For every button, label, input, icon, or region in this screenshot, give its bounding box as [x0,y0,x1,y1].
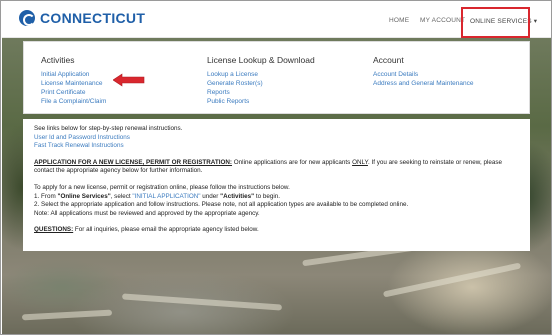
step-one-initial-application: "INITIAL APPLICATION" [132,192,201,200]
new-license-paragraph: APPLICATION FOR A NEW LICENSE, PERMIT OR… [34,159,519,176]
only-emphasis: ONLY [352,158,368,166]
new-license-text-a: Online applications are for new applican… [232,158,353,166]
license-lookup-column: License Lookup & Download Lookup a Licen… [207,55,315,106]
rock-highlight [21,309,113,321]
file-complaint-link[interactable]: File a Complaint/Claim [41,97,106,106]
generate-rosters-link[interactable]: Generate Roster(s) [207,79,315,88]
print-certificate-link[interactable]: Print Certificate [41,88,106,97]
step-one-online-services: "Online Services" [57,192,111,200]
rock-highlight [121,293,283,311]
public-reports-link[interactable]: Public Reports [207,97,315,106]
renewal-intro-text: See links below for step-by-step renewal… [34,125,183,132]
online-services-highlight-box [461,7,530,38]
questions-text: For all inquiries, please email the appr… [73,226,259,234]
rock-highlight [382,262,522,298]
user-id-instructions-link[interactable]: User Id and Password Instructions [34,134,519,143]
activities-column: Activities Initial Application License M… [41,55,106,106]
nav-my-account-link[interactable]: MY ACCOUNT [420,17,465,24]
step-one-activities: "Activities" [220,192,255,200]
step-one-prefix: 1. From [34,192,58,200]
new-license-heading: APPLICATION FOR A NEW LICENSE, PERMIT OR… [34,158,233,166]
red-pointer-arrow-icon [113,73,145,87]
step-one-select: , select [110,192,133,200]
address-maintenance-link[interactable]: Address and General Maintenance [373,79,473,88]
questions-paragraph: QUESTIONS: For all inquiries, please ema… [34,226,519,235]
account-heading: Account [373,55,404,65]
questions-heading: QUESTIONS: [34,226,74,234]
step-one-under: under [200,192,221,200]
site-logo[interactable]: CONNECTICUT [19,8,145,28]
fast-track-instructions-link[interactable]: Fast Track Renewal Instructions [34,142,519,151]
step-one-text: 1. From "Online Services", select "INITI… [34,193,519,202]
reports-link[interactable]: Reports [207,88,315,97]
screenshot-frame: CONNECTICUT HOME MY ACCOUNT ONLINE SERVI… [0,0,552,335]
step-one-suffix: to begin. [254,192,281,200]
online-services-dropdown: Activities Initial Application License M… [23,41,530,114]
account-column: Account Account Details Address and Gene… [373,55,473,88]
lookup-license-link[interactable]: Lookup a License [207,70,315,79]
logo-text: CONNECTICUT [40,10,146,26]
license-maintenance-link[interactable]: License Maintenance [41,79,106,88]
activities-heading: Activities [41,55,75,65]
initial-application-link[interactable]: Initial Application [41,70,106,79]
nav-home-link[interactable]: HOME [389,17,409,24]
license-lookup-heading: License Lookup & Download [207,55,315,65]
connecticut-logo-icon [19,10,35,26]
approval-note-text: Note: All applications must be reviewed … [34,209,260,217]
apply-intro-text: To apply for a new license, permit or re… [34,183,290,191]
step-two-text: 2. Select the appropriate application an… [34,201,409,209]
account-details-link[interactable]: Account Details [373,70,473,79]
main-content-panel: See links below for step-by-step renewal… [23,119,530,251]
